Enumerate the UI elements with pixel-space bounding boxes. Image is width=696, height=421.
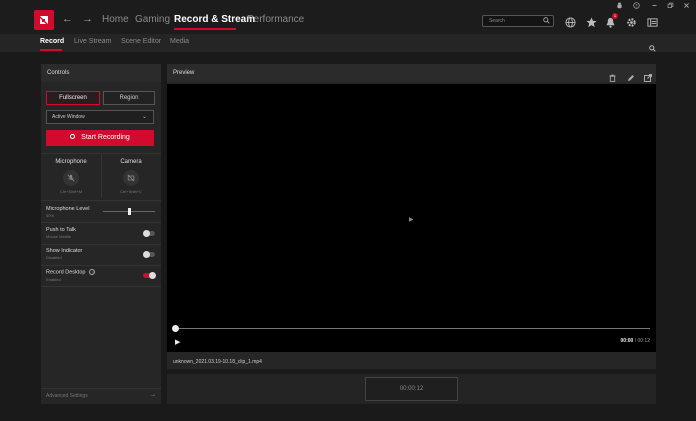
camera-off-icon [127, 174, 135, 182]
notification-badge: 1 [612, 13, 618, 19]
trash-icon[interactable] [609, 69, 617, 82]
preview-header [167, 64, 656, 82]
search-icon[interactable] [649, 39, 656, 57]
divider [41, 222, 161, 223]
recording-timer: 00:00:12 [365, 377, 458, 401]
microphone-label: Microphone [55, 159, 87, 165]
divider [41, 286, 161, 287]
record-desktop-label: Record Desktop [46, 269, 86, 276]
start-recording-button[interactable]: Start Recording [46, 130, 154, 146]
close-icon[interactable] [683, 2, 690, 11]
amd-logo [34, 10, 54, 30]
camera-label: Camera [120, 159, 142, 165]
bug-report-icon[interactable] [616, 2, 623, 11]
controls-panel: Controls Fullscreen Region Active Window… [41, 64, 161, 404]
start-recording-label: Start Recording [81, 134, 130, 141]
push-to-talk-toggle[interactable] [143, 230, 155, 237]
record-desktop-row: Record Desktop? [46, 269, 96, 276]
camera-toggle[interactable] [123, 170, 139, 186]
show-indicator-toggle[interactable] [143, 251, 155, 258]
subtab-media[interactable]: Media [170, 38, 189, 45]
amd-logo-icon [40, 16, 48, 24]
show-indicator-sub: Disabled [46, 255, 62, 260]
top-nav-bar: ← → Home Gaming Record & Stream Performa… [0, 0, 696, 34]
capture-target-value: Active Window [52, 114, 85, 120]
divider [41, 200, 161, 201]
active-subtab-indicator [40, 49, 62, 51]
record-desktop-toggle[interactable] [143, 272, 156, 279]
preview-title: Preview [173, 70, 195, 76]
info-icon[interactable]: ? [89, 269, 96, 275]
minimize-icon[interactable] [651, 2, 658, 11]
arrow-right-icon[interactable]: → [150, 392, 156, 398]
region-button[interactable]: Region [103, 91, 155, 105]
playback-progress-bar[interactable] [176, 328, 650, 329]
tab-gaming[interactable]: Gaming [135, 14, 170, 25]
active-tab-indicator [174, 28, 236, 30]
time-total: 00:12 [637, 338, 650, 344]
toggle-knob [143, 251, 150, 258]
capture-target-select[interactable]: Active Window ⌄ [46, 110, 154, 124]
microphone-level-value: 50% [46, 213, 55, 218]
tab-performance[interactable]: Performance [247, 14, 304, 25]
advanced-settings-link[interactable]: Advanced Settings [46, 393, 88, 399]
divider [41, 244, 161, 245]
preview-panel: Preview ▶ ▶ 00:00 / 00:12 unknown_2021.0… [167, 64, 656, 369]
push-to-talk-sub: Mouse Middle [46, 234, 71, 239]
fullscreen-button[interactable]: Fullscreen [46, 91, 100, 105]
tab-home[interactable]: Home [102, 14, 129, 25]
recording-timer-bar: 00:00:12 [167, 374, 656, 404]
restore-icon[interactable] [667, 2, 674, 11]
microphone-toggle[interactable] [63, 170, 79, 186]
search-icon [543, 17, 550, 28]
microphone-hotkey: Ctrl+Shift+M [59, 189, 83, 194]
subtab-live-stream[interactable]: Live Stream [74, 38, 111, 45]
camera-hotkey: Ctrl+Shift+C [120, 189, 142, 194]
subtab-record[interactable]: Record [40, 38, 64, 45]
gear-icon[interactable] [626, 15, 638, 27]
push-to-talk-label: Push to Talk [46, 227, 76, 233]
microphone-level-label: Microphone Level [46, 206, 90, 212]
share-icon[interactable] [644, 69, 652, 82]
divider [41, 388, 161, 389]
subtab-scene-editor[interactable]: Scene Editor [121, 38, 161, 45]
show-indicator-label: Show Indicator [46, 248, 83, 254]
mouse-cursor-icon: ▶ [409, 217, 414, 223]
search-placeholder: Search [489, 18, 505, 24]
divider [41, 265, 161, 266]
edit-icon[interactable] [627, 69, 635, 81]
svg-text:?: ? [635, 3, 637, 8]
toggle-knob [149, 272, 156, 279]
search-input[interactable]: Search [482, 15, 554, 27]
star-icon[interactable] [586, 15, 598, 28]
tab-record-stream[interactable]: Record & Stream [174, 14, 255, 25]
playback-scrubber[interactable] [172, 325, 179, 332]
microphone-level-slider-thumb[interactable] [128, 208, 131, 215]
microphone-muted-icon [67, 174, 75, 182]
toggle-knob [143, 230, 150, 237]
back-arrow-icon[interactable]: ← [62, 13, 73, 25]
help-icon[interactable]: ? [633, 2, 640, 11]
playback-time: 00:00 / 00:12 [621, 338, 650, 344]
time-current: 00:00 [620, 338, 634, 344]
controls-title: Controls [47, 70, 70, 76]
play-icon[interactable]: ▶ [175, 338, 180, 346]
record-dot-icon [70, 133, 76, 139]
layout-icon[interactable] [647, 15, 659, 27]
record-desktop-sub: Enabled [46, 277, 61, 282]
sub-tab-bar: Record Live Stream Scene Editor Media [0, 34, 696, 52]
globe-icon[interactable] [565, 15, 577, 28]
clip-filename: unknown_2021.03.19-10.18_clip_1.mp4 [173, 359, 262, 365]
chevron-down-icon: ⌄ [141, 114, 147, 120]
forward-arrow-icon[interactable]: → [82, 13, 93, 25]
video-preview[interactable]: ▶ ▶ 00:00 / 00:12 [167, 84, 656, 352]
